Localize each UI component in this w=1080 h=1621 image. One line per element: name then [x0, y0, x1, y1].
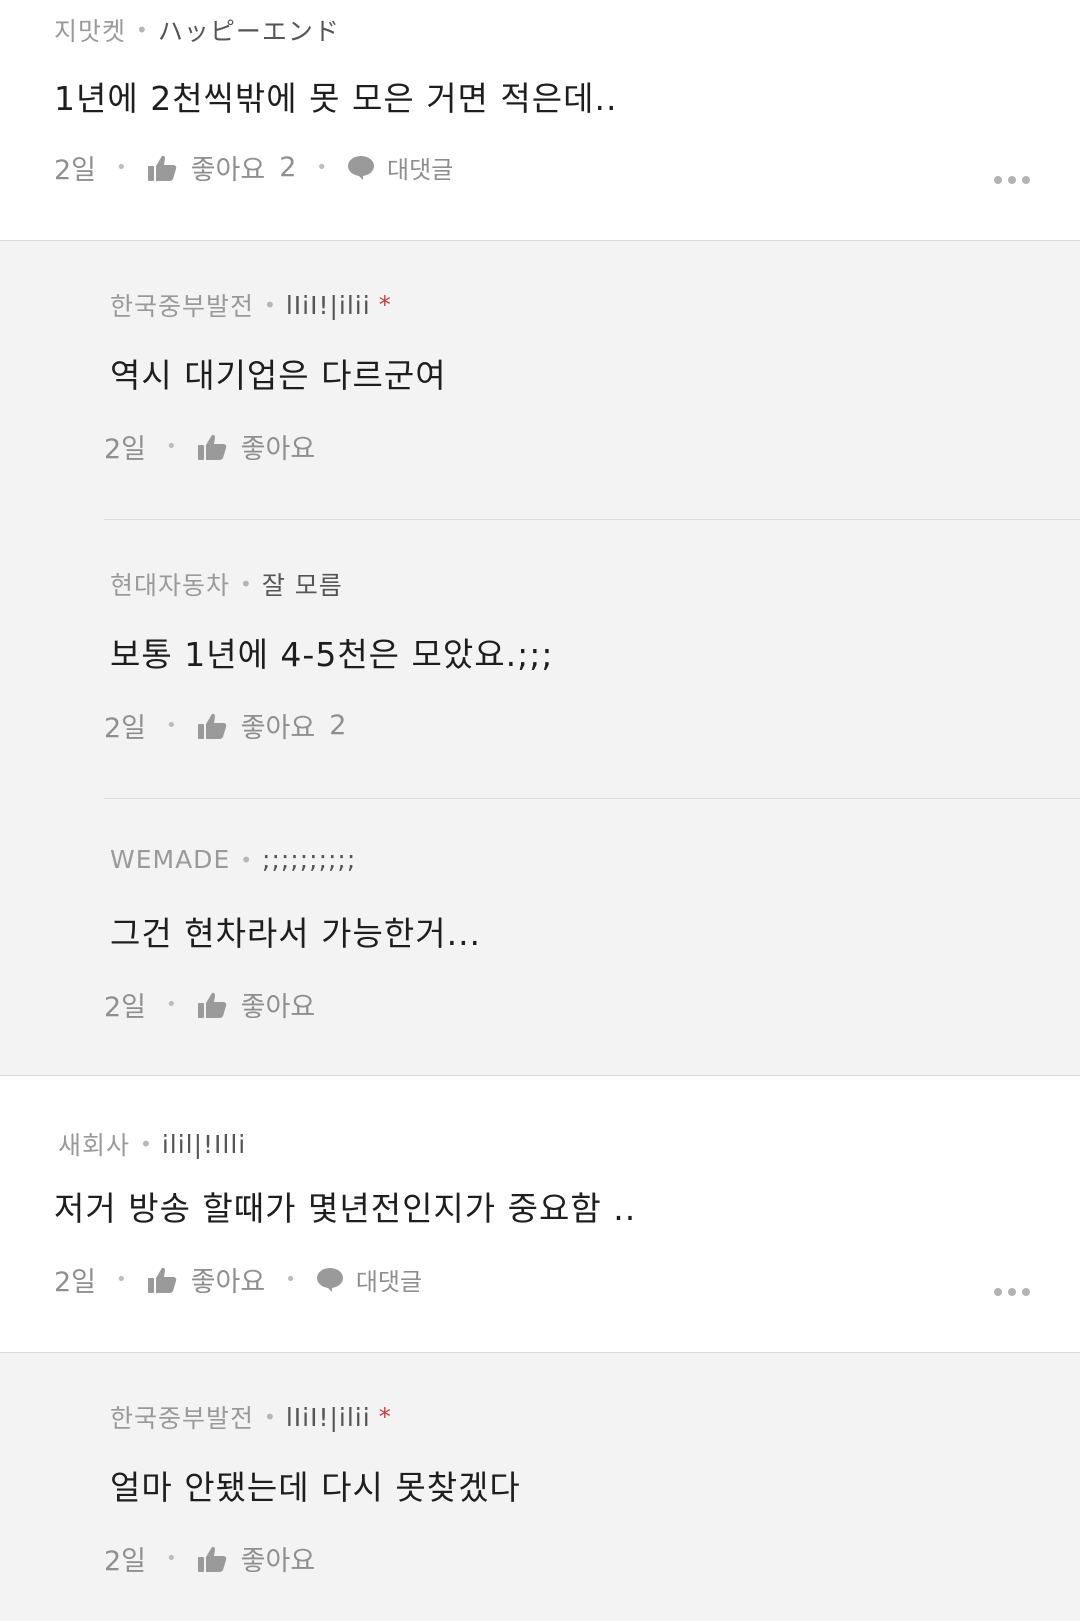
- more-options-button[interactable]: [994, 176, 1030, 184]
- separator-dot: •: [166, 1548, 177, 1569]
- separator-dot: •: [240, 847, 253, 872]
- reply-button[interactable]: 대댓글: [347, 150, 453, 185]
- nickname[interactable]: 잘 모름: [262, 566, 343, 602]
- reply-list: 한국중부발전 • lIiI!|ilii * 역시 대기업은 다르군여 2일 • …: [0, 241, 1080, 1075]
- thumbs-up-icon: [147, 155, 176, 181]
- author-badge: *: [378, 1403, 391, 1431]
- comment-meta: WEMADE • ;;;;;;;;;;: [110, 845, 356, 874]
- more-dots-icon: [994, 1288, 1002, 1296]
- comment-actions: 2일 • 좋아요 • 대댓글: [54, 1260, 422, 1299]
- company-name: 새회사: [58, 1131, 131, 1160]
- reply: 한국중부발전 • lIiI!|ilii * 역시 대기업은 다르군여 2일 • …: [104, 241, 1080, 520]
- comment-meta: 한국중부발전 • lIiI!|ilii *: [110, 287, 391, 323]
- author-badge: *: [378, 291, 391, 319]
- company-name: WEMADE: [110, 845, 231, 874]
- like-count: 2: [329, 710, 347, 741]
- more-dot: [1022, 1288, 1030, 1296]
- more-dots-icon: [994, 176, 1002, 184]
- company-name: 한국중부발전: [110, 292, 255, 321]
- reply: 현대자동차 • 잘 모름 보통 1년에 4-5천은 모았요.;;; 2일 • 좋…: [104, 520, 1080, 799]
- company-name: 지맛켓: [54, 17, 127, 46]
- nickname[interactable]: ;;;;;;;;;;: [262, 845, 356, 874]
- more-dot: [1008, 1288, 1016, 1296]
- reply: 한국중부발전 • lIiI!|ilii * 얼마 안됐는데 다시 못찾겠다 2일…: [104, 1353, 1080, 1621]
- separator-dot: •: [240, 572, 252, 596]
- like-label: 좋아요: [190, 155, 266, 186]
- company-name: 현대자동차: [110, 571, 231, 600]
- separator-dot: •: [264, 1405, 276, 1429]
- like-button[interactable]: 좋아요 2: [197, 706, 347, 745]
- more-dot: [1022, 176, 1030, 184]
- timestamp: 2일: [54, 1267, 97, 1298]
- like-button[interactable]: 좋아요: [197, 1539, 316, 1578]
- separator-dot: •: [285, 1269, 296, 1290]
- comment-text: 그건 현차라서 가능한거...: [110, 914, 482, 953]
- separator-dot: •: [316, 157, 327, 178]
- like-button[interactable]: 좋아요: [197, 427, 316, 466]
- comment-text: 보통 1년에 4-5천은 모았요.;;;: [110, 635, 554, 674]
- comment-meta: 새회사 • ilil|!Illi: [58, 1126, 246, 1162]
- comment-actions: 2일 • 좋아요 2: [104, 706, 346, 745]
- nickname[interactable]: ilil|!Illi: [162, 1130, 246, 1159]
- comment-text: 1년에 2천씩밖에 못 모은 거면 적은데..: [54, 79, 618, 118]
- separator-dot: •: [166, 715, 177, 736]
- separator-dot: •: [166, 994, 177, 1015]
- comment-actions: 2일 • 좋아요 2 • 대댓글: [54, 148, 453, 187]
- like-label: 좋아요: [190, 1267, 266, 1298]
- speech-bubble-icon: [316, 1267, 343, 1292]
- like-label: 좋아요: [240, 992, 316, 1023]
- comment-text: 역시 대기업은 다르군여: [110, 356, 447, 395]
- comment-text: 저거 방송 할때가 몇년전인지가 중요함 ..: [54, 1189, 637, 1228]
- thumbs-up-icon: [197, 992, 226, 1018]
- comment: 새회사 • ilil|!Illi 저거 방송 할때가 몇년전인지가 중요함 ..…: [0, 1076, 1080, 1352]
- reply-button[interactable]: 대댓글: [316, 1262, 422, 1297]
- comment-actions: 2일 • 좋아요: [104, 1539, 315, 1578]
- nickname[interactable]: ハッピーエンド: [158, 12, 340, 48]
- speech-bubble-icon: [348, 155, 374, 180]
- timestamp: 2일: [54, 155, 97, 186]
- like-label: 좋아요: [240, 713, 316, 744]
- more-dot: [1008, 176, 1016, 184]
- like-label: 좋아요: [240, 1546, 316, 1577]
- separator-dot: •: [166, 436, 177, 457]
- comment-actions: 2일 • 좋아요: [104, 985, 315, 1024]
- timestamp: 2일: [104, 434, 147, 465]
- like-button[interactable]: 좋아요: [197, 985, 316, 1024]
- like-label: 좋아요: [240, 434, 316, 465]
- thumbs-up-icon: [197, 1546, 226, 1572]
- reply: WEMADE • ;;;;;;;;;; 그건 현차라서 가능한거... 2일 •…: [104, 799, 1080, 1075]
- timestamp: 2일: [104, 1546, 147, 1577]
- separator-dot: •: [136, 18, 148, 42]
- separator-dot: •: [116, 1269, 127, 1290]
- comment-text: 얼마 안됐는데 다시 못찾겠다: [110, 1468, 521, 1507]
- thumbs-up-icon: [197, 434, 226, 460]
- nickname[interactable]: lIiI!|ilii: [286, 1403, 371, 1432]
- like-count: 2: [279, 152, 297, 183]
- comment-meta: 현대자동차 • 잘 모름: [110, 566, 343, 602]
- comment-thread: 지맛켓 • ハッピーエンド 1년에 2천씩밖에 못 모은 거면 적은데.. 2일…: [0, 0, 1080, 1621]
- timestamp: 2일: [104, 992, 147, 1023]
- separator-dot: •: [264, 293, 276, 317]
- nickname[interactable]: lIiI!|ilii: [286, 291, 371, 320]
- like-button[interactable]: 좋아요 2: [147, 148, 297, 187]
- comment: 지맛켓 • ハッピーエンド 1년에 2천씩밖에 못 모은 거면 적은데.. 2일…: [0, 0, 1080, 240]
- reply-label: 대댓글: [355, 1268, 423, 1296]
- thumbs-up-icon: [197, 713, 226, 739]
- separator-dot: •: [116, 157, 127, 178]
- thumbs-up-icon: [147, 1267, 176, 1293]
- like-button[interactable]: 좋아요: [147, 1260, 266, 1299]
- comment-meta: 한국중부발전 • lIiI!|ilii *: [110, 1399, 391, 1435]
- more-options-button[interactable]: [994, 1288, 1030, 1296]
- comment-actions: 2일 • 좋아요: [104, 427, 315, 466]
- reply-list: 한국중부발전 • lIiI!|ilii * 얼마 안됐는데 다시 못찾겠다 2일…: [0, 1353, 1080, 1621]
- company-name: 한국중부발전: [110, 1404, 255, 1433]
- reply-label: 대댓글: [387, 156, 454, 184]
- separator-dot: •: [140, 1132, 152, 1156]
- comment-meta: 지맛켓 • ハッピーエンド: [54, 12, 340, 48]
- timestamp: 2일: [104, 713, 147, 744]
